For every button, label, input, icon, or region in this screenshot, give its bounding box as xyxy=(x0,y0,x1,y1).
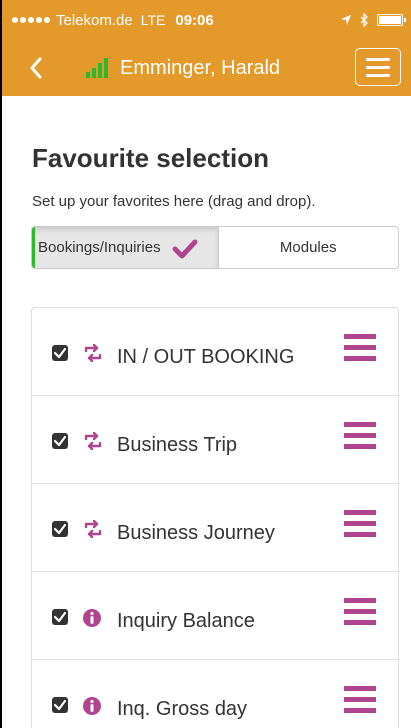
network-type: LTE xyxy=(140,12,166,28)
checkbox-checked-icon[interactable] xyxy=(51,520,69,538)
item-label: IN / OUT BOOKING xyxy=(117,346,295,368)
checkbox-checked-icon[interactable] xyxy=(51,432,69,450)
list-item[interactable]: Inquiry Balance xyxy=(32,572,398,660)
item-label: Business Trip xyxy=(117,434,238,456)
checkbox-checked-icon[interactable] xyxy=(51,608,69,626)
check-icon xyxy=(172,239,198,259)
bluetooth-icon xyxy=(360,13,368,27)
page-title: Favourite selection xyxy=(32,143,269,173)
tab-label: Modules xyxy=(279,239,337,256)
retweet-icon xyxy=(84,432,102,450)
battery-icon xyxy=(377,14,406,26)
menu-button[interactable] xyxy=(355,48,401,86)
checkbox-checked-icon[interactable] xyxy=(51,344,69,362)
tab-bookings-inquiries[interactable]: Bookings/Inquiries xyxy=(32,227,219,268)
checkbox-checked-icon[interactable] xyxy=(51,696,69,714)
status-bar: Telekom.de LTE 09:06 xyxy=(2,0,411,40)
page-subtitle: Set up your favorites here (drag and dro… xyxy=(32,193,316,210)
chevron-left-icon xyxy=(30,57,42,79)
item-label: Inquiry Balance xyxy=(117,610,255,632)
drag-handle-icon[interactable] xyxy=(344,510,376,537)
signal-bars-icon xyxy=(86,58,108,78)
clock: 09:06 xyxy=(175,11,214,29)
location-arrow-icon xyxy=(341,15,351,25)
item-label: Business Journey xyxy=(117,522,275,544)
drag-handle-icon[interactable] xyxy=(344,422,376,449)
status-right xyxy=(340,13,406,27)
item-label: Inq. Gross day xyxy=(117,698,248,720)
info-circle-icon xyxy=(83,609,101,627)
drag-handle-icon[interactable] xyxy=(344,334,376,361)
tab-modules[interactable]: Modules xyxy=(219,227,399,268)
tab-label: Bookings/Inquiries xyxy=(38,239,161,256)
hamburger-icon xyxy=(366,57,390,61)
info-circle-icon xyxy=(83,697,101,715)
list-item[interactable]: Business Trip xyxy=(32,396,398,484)
retweet-icon xyxy=(84,520,102,538)
signal-dots-icon xyxy=(12,17,50,23)
app-header: Emminger, Harald xyxy=(2,40,411,96)
list-item[interactable]: Inq. Gross day xyxy=(32,660,398,728)
tab-group: Bookings/Inquiries Modules xyxy=(31,226,399,269)
list-item[interactable]: IN / OUT BOOKING xyxy=(32,308,398,396)
back-button[interactable] xyxy=(16,40,56,96)
drag-handle-icon[interactable] xyxy=(344,598,376,625)
drag-handle-icon[interactable] xyxy=(344,686,376,713)
favourites-list: IN / OUT BOOKING Business Trip Business … xyxy=(31,307,399,728)
header-title: Emminger, Harald xyxy=(120,56,281,79)
list-item[interactable]: Business Journey xyxy=(32,484,398,572)
retweet-icon xyxy=(84,344,102,362)
app-screen: Telekom.de LTE 09:06 Emminger, Harald Fa… xyxy=(0,0,411,728)
carrier-name: Telekom.de xyxy=(56,11,133,29)
